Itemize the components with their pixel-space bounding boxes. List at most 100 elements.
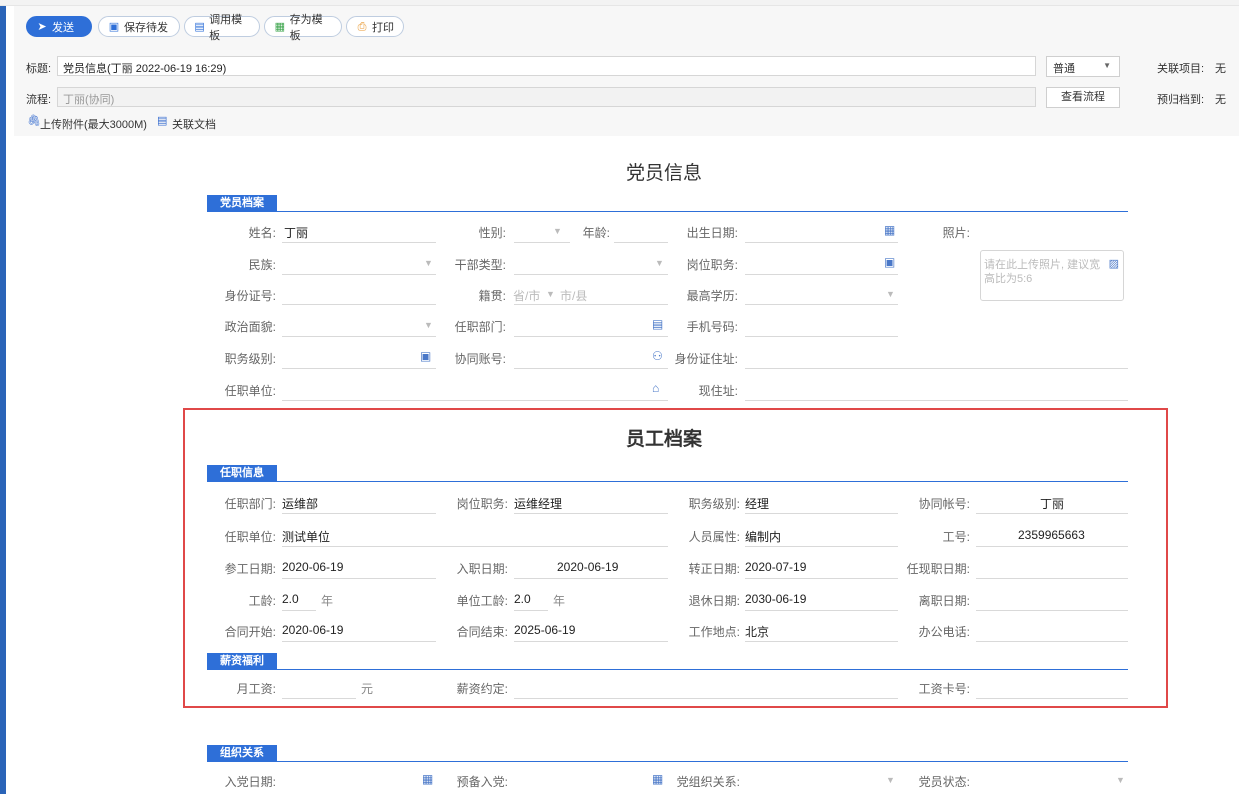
employee-file-title: 员工档案 <box>626 429 703 450</box>
field-underline <box>514 513 668 514</box>
section-divider <box>207 481 1128 482</box>
prep-party-label: 预备入党: <box>456 775 508 789</box>
related-project-value[interactable]: 无 <box>1215 60 1226 76</box>
emp-attr-value[interactable]: 编制内 <box>745 528 781 545</box>
emp-account-value[interactable]: 丁丽 <box>1040 495 1064 512</box>
section-salary: 薪资福利 <box>207 653 277 669</box>
work-place-label: 工作地点: <box>688 625 740 639</box>
field-underline <box>976 513 1128 514</box>
field-underline <box>976 546 1128 547</box>
regular-date-value[interactable]: 2020-07-19 <box>745 560 806 574</box>
select-icon[interactable]: ▣ <box>884 255 895 269</box>
chevron-down-icon[interactable]: ▼ <box>886 289 895 299</box>
party-status-label: 党员状态: <box>918 775 970 789</box>
field-underline <box>976 578 1128 579</box>
field-underline <box>514 242 570 243</box>
chevron-down-icon[interactable]: ▼ <box>655 258 664 268</box>
save-draft-button[interactable]: ▣ 保存待发 <box>98 16 180 37</box>
field-underline <box>282 242 436 243</box>
chevron-down-icon[interactable]: ▼ <box>424 320 433 330</box>
work-start-value[interactable]: 2020-06-19 <box>282 560 343 574</box>
emp-rank-value[interactable]: 经理 <box>745 495 769 512</box>
archive-label: 预归档到: <box>1157 94 1205 106</box>
salary-card-label: 工资卡号: <box>918 682 970 696</box>
calendar-icon[interactable]: ▦ <box>422 772 433 786</box>
photo-label: 照片: <box>942 226 970 240</box>
user-icon[interactable]: ⚇ <box>652 349 663 363</box>
department-label: 任职部门: <box>454 320 506 334</box>
seniority-value[interactable]: 2.0 <box>282 592 299 606</box>
org-select-icon[interactable]: ▤ <box>652 317 663 331</box>
work-place-value[interactable]: 北京 <box>745 623 769 640</box>
chevron-down-icon[interactable]: ▼ <box>1116 775 1125 785</box>
field-underline <box>745 578 898 579</box>
save-template-button[interactable]: ▦ 存为模板 <box>264 14 342 42</box>
print-button[interactable]: ⎙ 打印 <box>346 16 404 37</box>
document-icon: ▤ <box>157 115 168 127</box>
emp-number-value[interactable]: 2359965663 <box>1018 528 1085 542</box>
contract-end-label: 合同结束: <box>456 625 508 639</box>
use-template-button[interactable]: ▤ 调用模板 <box>184 14 260 42</box>
highlight-box <box>183 408 1168 708</box>
entry-date-value[interactable]: 2020-06-19 <box>557 560 618 574</box>
retire-date-value[interactable]: 2030-06-19 <box>745 592 806 606</box>
title-label: 标题: <box>26 63 52 75</box>
emp-unit-label: 任职单位: <box>224 530 276 544</box>
field-underline <box>514 368 668 369</box>
name-value[interactable]: 丁丽 <box>284 224 308 241</box>
cadre-type-label: 干部类型: <box>454 258 506 272</box>
post-label: 岗位职务: <box>686 258 738 272</box>
field-underline <box>745 304 898 305</box>
flow-label: 流程: <box>26 94 52 106</box>
current-post-date-label: 任现职日期: <box>906 562 970 576</box>
priority-select[interactable]: 普通 ▼ <box>1046 56 1120 77</box>
emp-dept-value[interactable]: 运维部 <box>282 495 318 512</box>
education-label: 最高学历: <box>686 289 738 303</box>
chevron-down-icon[interactable]: ▼ <box>886 775 895 785</box>
section-position-info: 任职信息 <box>207 465 277 481</box>
doc-title: 党员信息 <box>626 163 703 184</box>
chevron-down-icon[interactable]: ▼ <box>424 258 433 268</box>
id-number-label: 身份证号: <box>224 289 276 303</box>
emp-unit-value[interactable]: 测试单位 <box>282 528 330 545</box>
field-underline <box>282 400 668 401</box>
emp-post-value[interactable]: 运维经理 <box>514 495 562 512</box>
retire-date-label: 退休日期: <box>688 594 740 608</box>
archive-value[interactable]: 无 <box>1215 91 1226 107</box>
field-underline <box>282 546 668 547</box>
province-select[interactable]: 省/市 <box>513 287 540 304</box>
unit-seniority-value[interactable]: 2.0 <box>514 592 531 606</box>
send-button[interactable]: ➤ 发送 <box>26 16 92 37</box>
photo-upload-box[interactable]: 请在此上传照片, 建议宽高比为5:6 ▨ <box>980 250 1124 301</box>
printer-icon: ⎙ <box>357 20 367 33</box>
calendar-icon[interactable]: ▦ <box>652 772 663 786</box>
birth-date-label: 出生日期: <box>686 226 738 240</box>
image-icon: ▨ <box>1108 258 1119 270</box>
join-party-date-label: 入党日期: <box>224 775 276 789</box>
field-underline <box>514 304 668 305</box>
monthly-salary-label: 月工资: <box>236 682 276 696</box>
contract-end-value[interactable]: 2025-06-19 <box>514 623 575 637</box>
calendar-icon[interactable]: ▦ <box>884 223 895 237</box>
salary-agreement-label: 薪资约定: <box>456 682 508 696</box>
field-underline <box>282 698 356 699</box>
title-input[interactable]: 党员信息(丁丽 2022-06-19 16:29) <box>57 56 1036 76</box>
field-underline <box>282 578 436 579</box>
unit-seniority-unit: 年 <box>553 594 566 608</box>
emp-rank-label: 职务级别: <box>688 497 740 511</box>
contract-start-value[interactable]: 2020-06-19 <box>282 623 343 637</box>
save-icon: ▣ <box>108 20 120 33</box>
field-underline <box>282 610 316 611</box>
field-underline <box>976 698 1128 699</box>
view-flow-button[interactable]: 查看流程 <box>1046 87 1120 108</box>
related-doc-link[interactable]: 关联文档 <box>172 116 216 132</box>
select-icon[interactable]: ▣ <box>420 349 431 363</box>
work-start-label: 参工日期: <box>224 562 276 576</box>
flow-input: 丁丽(协同) <box>57 87 1036 107</box>
field-underline <box>514 698 898 699</box>
city-select[interactable]: 市/县 <box>560 287 587 304</box>
upload-attachment-link[interactable]: 上传附件(最大3000M) <box>40 116 147 132</box>
field-underline <box>514 274 668 275</box>
political-status-label: 政治面貌: <box>224 320 276 334</box>
building-icon[interactable]: ⌂ <box>652 381 659 395</box>
